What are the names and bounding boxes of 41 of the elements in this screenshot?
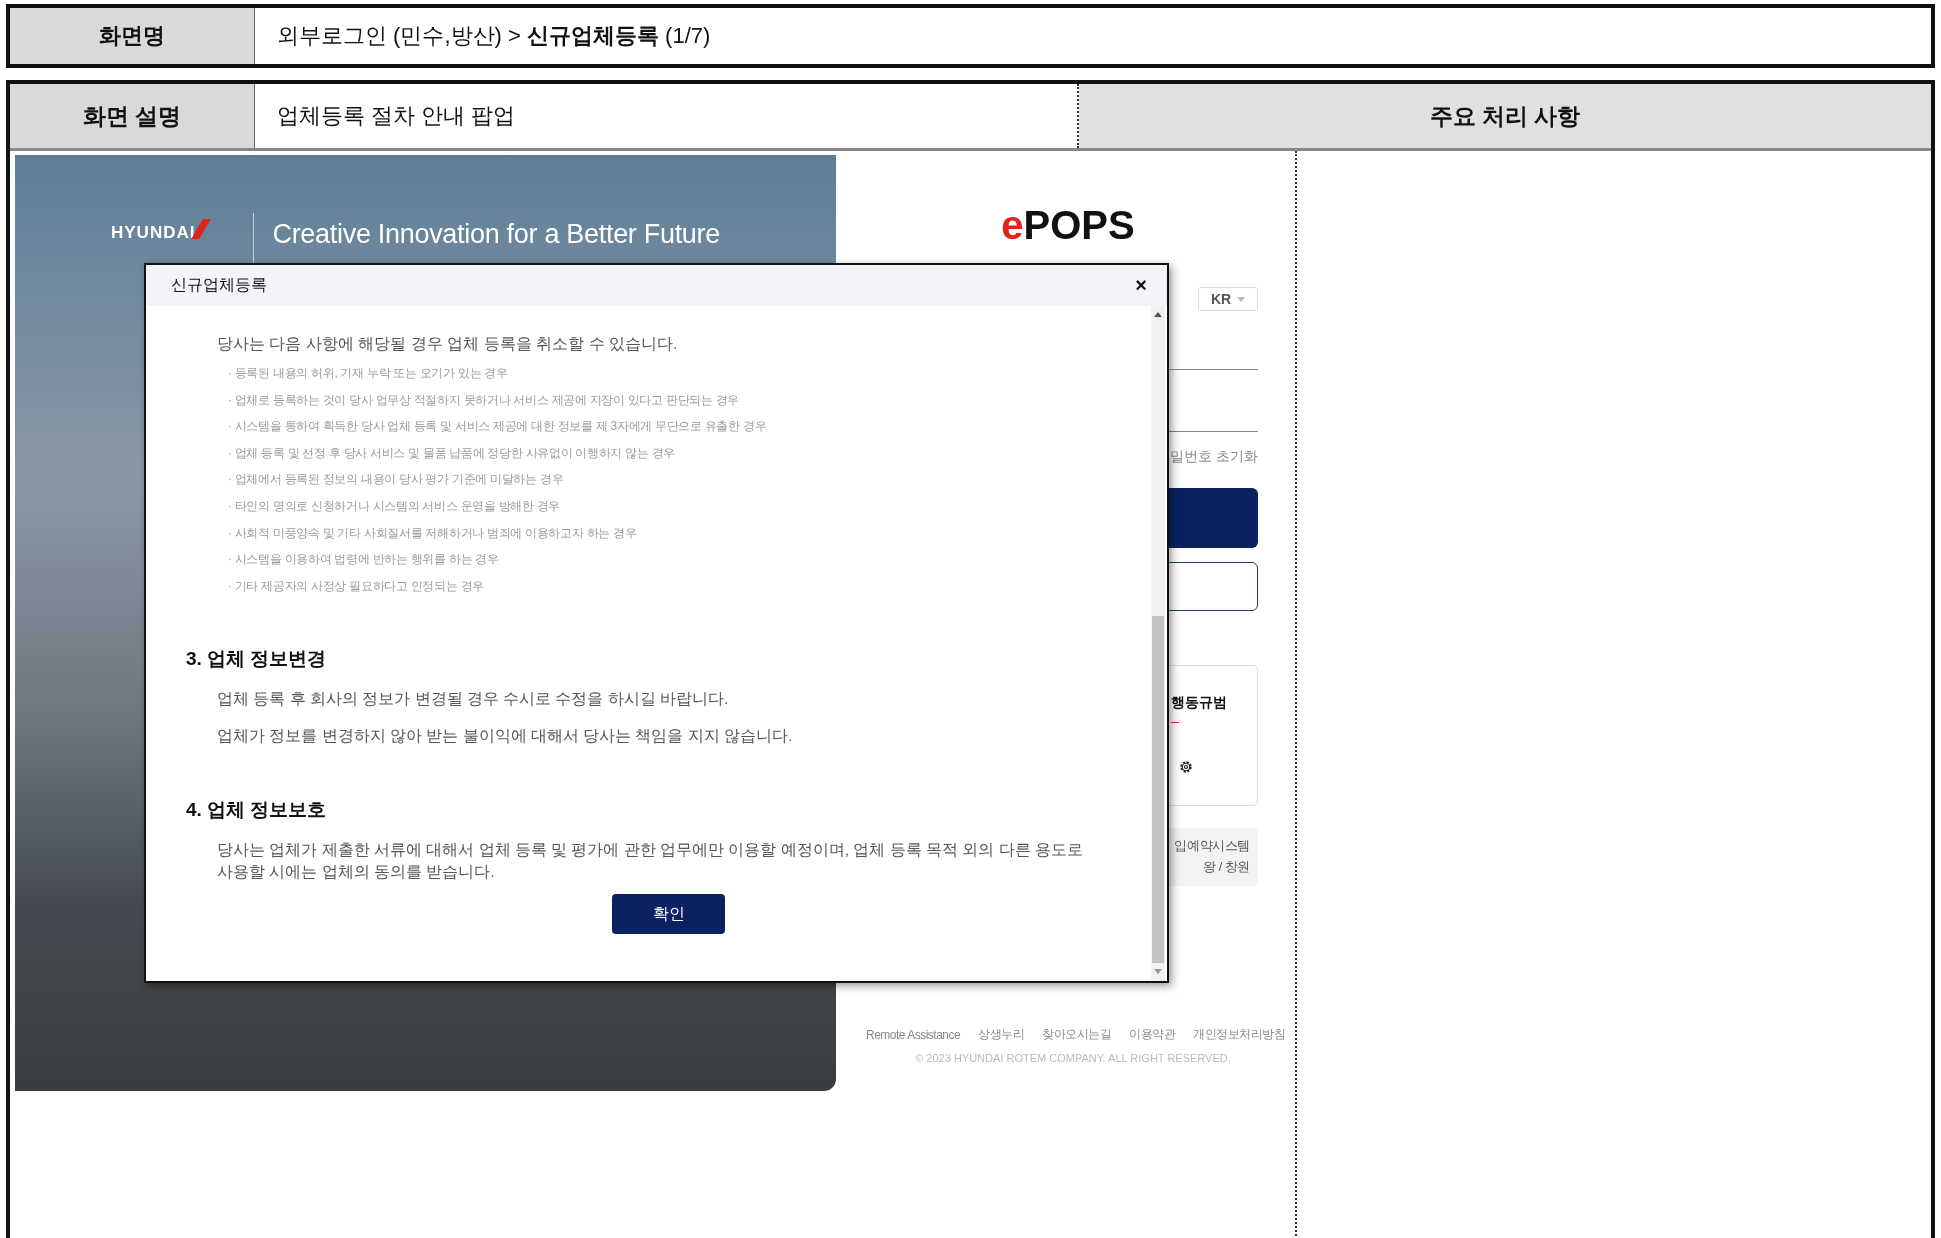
paragraph: 업체가 정보를 변경하지 않아 받는 불이익에 대해서 당사는 책임을 지지 않습니다. — [217, 726, 794, 747]
copyright-text: © 2023 HYUNDAI ROTEM COMPANY. ALL RIGHT RESERVED. — [914, 1052, 1232, 1064]
popup-title: 신규업체등록 — [171, 275, 267, 295]
brand-logo: ePOPS — [1001, 203, 1135, 248]
list-item: · 사회적 미풍양속 및 기타 사회질서를 저해하거나 범죄에 이용하고자 하는 경우 — [228, 524, 638, 542]
section-heading: 3. 업체 정보변경 — [186, 647, 328, 672]
footer-link[interactable]: Remote Assistance — [866, 1027, 961, 1042]
slogan-text: Creative Innovation for a Better Future — [272, 219, 720, 250]
footer-link[interactable]: 개인정보처리방침 — [1193, 1026, 1286, 1043]
title-underline — [1171, 722, 1179, 723]
paragraph: 업체 등록 후 회사의 정보가 변경될 경우 수시로 수정을 하시길 바랍니다. — [217, 689, 730, 710]
paragraph: 당사는 업체가 제출한 서류에 대해서 업체 등록 및 평가에 관한 업무에만 이용할 예정이며, 업체 등록 목적 외의 다른 용도로 사용할 시에는 업체의 동의를 받습니다. — [217, 840, 1084, 883]
scroll-up-icon[interactable] — [1154, 312, 1162, 317]
card-title: 행동규범 — [1171, 694, 1227, 712]
close-button[interactable]: × — [1135, 274, 1147, 297]
confirm-button[interactable]: 확인 — [612, 894, 725, 935]
footer-link[interactable]: 찾아오시는길 — [1042, 1026, 1112, 1043]
column-header: 주요 처리 사항 — [1079, 84, 1931, 148]
list-item: · 업체 등록 및 선정 후 당사 서비스 및 물품 납품에 정당한 사유없이 이행하지 않는 경우 — [228, 444, 676, 462]
screen-path: 외부로그인 (민수,방산) > 신규업체등록 (1/7) — [277, 22, 711, 50]
reset-link[interactable]: 밀번호 초기화 — [1170, 448, 1258, 466]
row-label: 화면 설명 — [10, 84, 255, 148]
info-text: 입예약시스템 — [1174, 838, 1250, 855]
section-heading: 4. 업체 정보보호 — [186, 798, 328, 823]
footer-link[interactable]: 이용약관 — [1129, 1026, 1176, 1043]
list-item: · 업체로 등록하는 것이 당사 업무상 적절하지 못하거나 서비스 제공에 지장이 있다고 판단되는 경우 — [228, 391, 741, 409]
footer-link[interactable]: 상생누리 — [978, 1026, 1025, 1043]
language-select[interactable]: KR — [1198, 287, 1258, 311]
row-label: 화면명 — [10, 8, 255, 64]
logo-text: HYUNDAI — [111, 223, 196, 243]
list-item: · 시스템을 이용하여 법령에 반하는 행위를 하는 경우 — [228, 551, 500, 569]
caret-icon — [1237, 296, 1246, 302]
scroll-down-icon[interactable] — [1154, 969, 1162, 974]
list-item: · 기타 제공자의 사정상 필요하다고 인정되는 경우 — [228, 577, 485, 595]
list-item: · 시스템을 통하여 획득한 당사 업체 등록 및 서비스 제공에 대한 정보를 제 3자에게 무단으로 유출한 경우 — [228, 418, 768, 436]
list-item: · 타인의 명의로 신청하거나 시스템의 서비스 운영을 방해한 경우 — [228, 497, 562, 515]
list-item: · 등록된 내용의 허위, 기재 누락 또는 오기가 있는 경우 — [228, 365, 509, 382]
intro-text: 당사는 다음 사항에 해당될 경우 업체 등록을 취소할 수 있습니다. — [217, 334, 679, 354]
info-text: 왕 / 창원 — [1202, 859, 1250, 876]
scroll-thumb[interactable] — [1152, 616, 1164, 963]
list-item: · 업체에서 등록된 정보의 내용이 당사 평가 기준에 미달하는 경우 — [228, 471, 565, 489]
